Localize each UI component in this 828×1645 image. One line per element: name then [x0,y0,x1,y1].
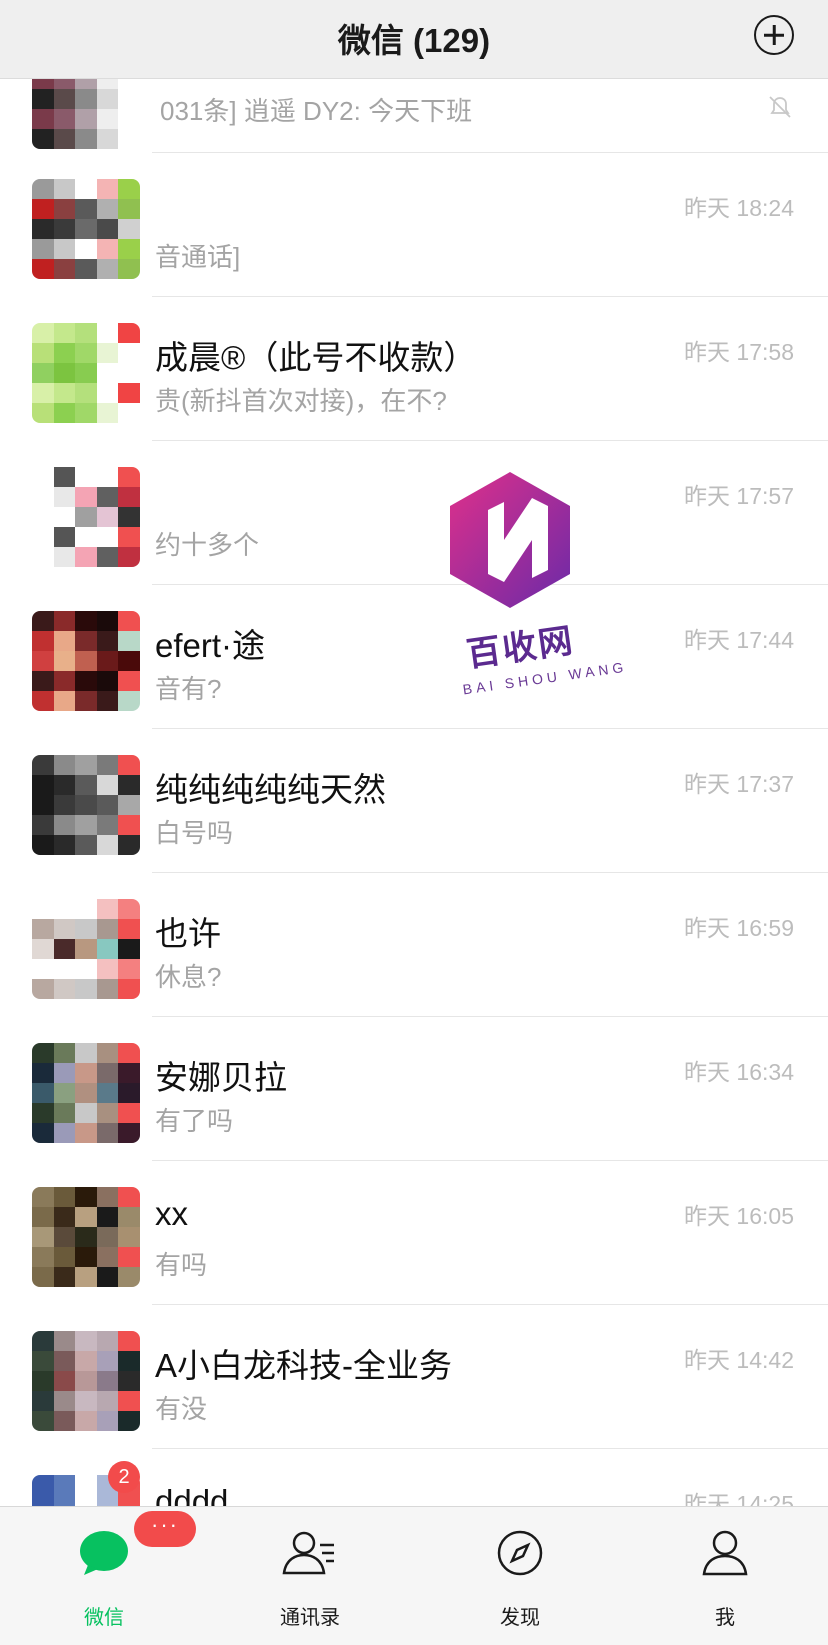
person-icon [702,1530,748,1576]
avatar [32,899,140,999]
chat-bubble-icon [80,1531,128,1575]
chat-preview: 音通话] [155,242,241,272]
avatar [32,467,140,567]
chat-time: 昨天 14:42 [684,1347,794,1373]
compass-icon [497,1530,543,1576]
unread-badge: 2 [108,1461,140,1493]
tab-me[interactable]: 我 [645,1519,805,1629]
chat-name: 安娜贝拉 [155,1059,287,1096]
chat-row[interactable]: 安娜贝拉有了吗 昨天 16:34 [0,1017,828,1161]
tab-label-me: 我 [715,1607,735,1629]
chat-row[interactable]: 也许休息? 昨天 16:59 [0,873,828,1017]
avatar [32,323,140,423]
tab-discover[interactable]: 发现 [440,1519,600,1629]
chat-time: 昨天 17:58 [684,339,794,365]
chat-name: 成晨®（此号不收款） [155,339,477,376]
chat-name: efert·途 [155,627,266,664]
chat-row[interactable]: efert·途音有? 昨天 17:44 [0,585,828,729]
chat-preview: 有了吗 [155,1106,234,1136]
top-nav-bar: 微信 (129) [0,0,828,79]
chat-name: 纯纯纯纯纯天然 [155,771,386,808]
avatar [32,1331,140,1431]
tab-chats[interactable]: ··· 微信 [24,1511,196,1629]
chat-preview: 休息? [155,962,222,992]
avatar [32,611,140,711]
chat-preview: 有没 [155,1394,208,1424]
chat-time: 昨天 17:37 [684,771,794,797]
chat-preview: 白号吗 [155,818,234,848]
tab-label-contacts: 通讯录 [280,1607,340,1629]
contacts-icon [282,1531,334,1575]
chat-row[interactable]: 音通话] 昨天 18:24 [0,153,828,297]
chat-row[interactable]: 纯纯纯纯纯天然白号吗 昨天 17:37 [0,729,828,873]
chat-preview: 有吗 [155,1250,208,1280]
avatar [32,179,140,279]
chat-row[interactable]: 031条] 逍遥 DY2: 今天下班 [0,49,828,153]
chat-time: 昨天 16:05 [684,1203,794,1229]
plus-circle-icon[interactable] [754,15,794,55]
avatar [32,755,140,855]
avatar [32,1043,140,1143]
chat-name: A小白龙科技-全业务 [155,1347,452,1384]
chat-list: 031条] 逍遥 DY2: 今天下班音通话] 昨天 18:24 成晨®（此号不收款）… [0,49,828,1593]
chat-preview: 约十多个 [155,530,260,560]
chat-row[interactable]: xx 有吗 昨天 16:05 [0,1161,828,1305]
chat-preview: 031条] 逍遥 DY2: 今天下班 [160,96,473,126]
bottom-tab-bar: ··· 微信 通讯录 发现 我 [0,1506,828,1645]
chat-row[interactable]: 约十多个 昨天 17:57 [0,441,828,585]
chat-name: 也许 [155,915,221,952]
chat-preview: 音有? [155,674,222,704]
tab-label-discover: 发现 [500,1607,540,1629]
avatar [32,1187,140,1287]
unread-dots-badge: ··· [134,1511,196,1547]
chat-row[interactable]: 成晨®（此号不收款） 贵(新抖首次对接)，在不? 昨天 17:58 [0,297,828,441]
chat-time: 昨天 18:24 [684,195,794,221]
page-title: 微信 (129) [337,22,491,59]
chat-time: 昨天 16:34 [684,1059,794,1085]
chat-time: 昨天 17:44 [684,627,794,653]
tab-label-chats: 微信 [84,1607,124,1629]
chat-row[interactable]: A小白龙科技-全业务有没 昨天 14:42 [0,1305,828,1449]
chat-time: 昨天 17:57 [684,483,794,509]
tab-contacts[interactable]: 通讯录 [230,1519,390,1629]
chat-preview: 贵(新抖首次对接)，在不? [155,386,447,416]
chat-name: xx [155,1195,188,1232]
chat-time: 昨天 16:59 [684,915,794,941]
mute-bell-icon [769,96,791,118]
